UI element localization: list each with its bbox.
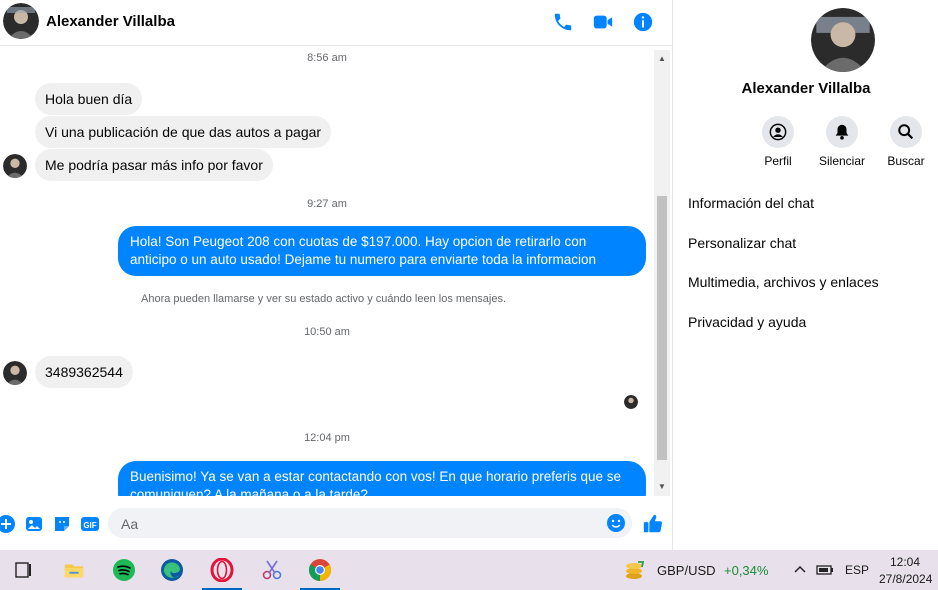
menu-privacy-help[interactable]: Privacidad y ayuda — [688, 314, 806, 330]
chat-info-panel: Alexander Villalba Perfil Silenciar Busc… — [672, 0, 938, 550]
sticker-icon[interactable] — [52, 514, 72, 534]
sender-avatar — [3, 361, 27, 385]
task-view-icon[interactable] — [2, 550, 46, 590]
message-scrollbar[interactable]: ▲ ▼ — [654, 50, 670, 496]
message-incoming[interactable]: Vi una publicación de que das autos a pa… — [35, 116, 332, 148]
mute-button[interactable]: Silenciar — [811, 116, 873, 168]
search-label: Buscar — [887, 154, 925, 168]
language-indicator[interactable]: ESP — [845, 563, 869, 577]
sender-avatar — [3, 154, 27, 178]
message-input[interactable]: Aa — [108, 508, 632, 538]
timestamp: 10:50 am — [304, 326, 350, 338]
message-outgoing[interactable]: Buenisimo! Ya se van a estar contactando… — [118, 461, 646, 496]
search-button[interactable]: Buscar — [875, 116, 937, 168]
contact-name-large: Alexander Villalba — [741, 80, 871, 97]
like-icon[interactable] — [642, 513, 664, 535]
contact-avatar[interactable] — [3, 3, 39, 39]
timestamp: 9:27 am — [307, 198, 347, 210]
scroll-thumb[interactable] — [657, 196, 667, 460]
scroll-down-arrow-icon[interactable]: ▼ — [657, 482, 667, 492]
ticker-change[interactable]: +0,34% — [724, 563, 768, 578]
profile-icon — [769, 123, 787, 141]
edge-icon[interactable] — [150, 550, 194, 590]
video-icon[interactable] — [592, 11, 614, 33]
info-icon[interactable] — [632, 11, 654, 33]
battery-network-icon[interactable] — [813, 550, 837, 590]
clock-date[interactable]: 27/8/2024 — [879, 572, 932, 586]
scroll-up-arrow-icon[interactable]: ▲ — [657, 54, 667, 64]
chat-header: Alexander Villalba — [0, 0, 672, 46]
chevron-up-icon[interactable] — [788, 550, 812, 590]
file-explorer-icon[interactable] — [52, 550, 96, 590]
profile-label: Perfil — [764, 154, 792, 168]
search-icon — [898, 124, 914, 140]
message-input-placeholder: Aa — [121, 516, 139, 532]
clock-time[interactable]: 12:04 — [890, 555, 920, 569]
system-notice: Ahora pueden llamarse y ver su estado ac… — [141, 293, 507, 305]
emoji-icon[interactable] — [606, 513, 626, 533]
snipping-tool-icon[interactable] — [250, 550, 294, 590]
phone-icon[interactable] — [552, 11, 574, 33]
message-incoming[interactable]: 3489362544 — [35, 356, 133, 388]
timestamp: 8:56 am — [307, 52, 347, 64]
message-list[interactable]: 8:56 am Hola buen día Vi una publicación… — [0, 46, 654, 496]
spotify-icon[interactable] — [102, 550, 146, 590]
message-composer: GIF Aa — [0, 500, 672, 548]
menu-media-files-links[interactable]: Multimedia, archivos y enlaces — [688, 274, 879, 290]
message-outgoing[interactable]: Hola! Son Peugeot 208 con cuotas de $197… — [118, 226, 646, 276]
menu-customize-chat[interactable]: Personalizar chat — [688, 235, 796, 251]
opera-icon[interactable] — [200, 550, 244, 590]
menu-chat-info[interactable]: Información del chat — [688, 195, 814, 211]
chrome-icon[interactable] — [298, 550, 342, 590]
plus-icon[interactable] — [0, 514, 16, 534]
stock-ticker-icon[interactable] — [614, 550, 654, 590]
message-incoming[interactable]: Me podría pasar más info por favor — [35, 149, 273, 181]
image-icon[interactable] — [24, 514, 44, 534]
profile-button[interactable]: Perfil — [747, 116, 809, 168]
ticker-symbol[interactable]: GBP/USD — [657, 563, 716, 578]
contact-name[interactable]: Alexander Villalba — [46, 13, 175, 30]
contact-avatar-large[interactable] — [811, 8, 875, 72]
windows-taskbar: GBP/USD +0,34% ESP 12:04 27/8/2024 — [0, 550, 938, 590]
read-receipt-avatar — [624, 395, 638, 409]
mute-label: Silenciar — [818, 154, 866, 168]
bell-icon — [835, 124, 849, 140]
svg-text:GIF: GIF — [83, 521, 96, 530]
gif-icon[interactable]: GIF — [80, 514, 100, 534]
timestamp: 12:04 pm — [304, 432, 350, 444]
chat-panel: Alexander Villalba 8:56 am Hola buen día… — [0, 0, 672, 550]
message-incoming[interactable]: Hola buen día — [35, 83, 143, 115]
